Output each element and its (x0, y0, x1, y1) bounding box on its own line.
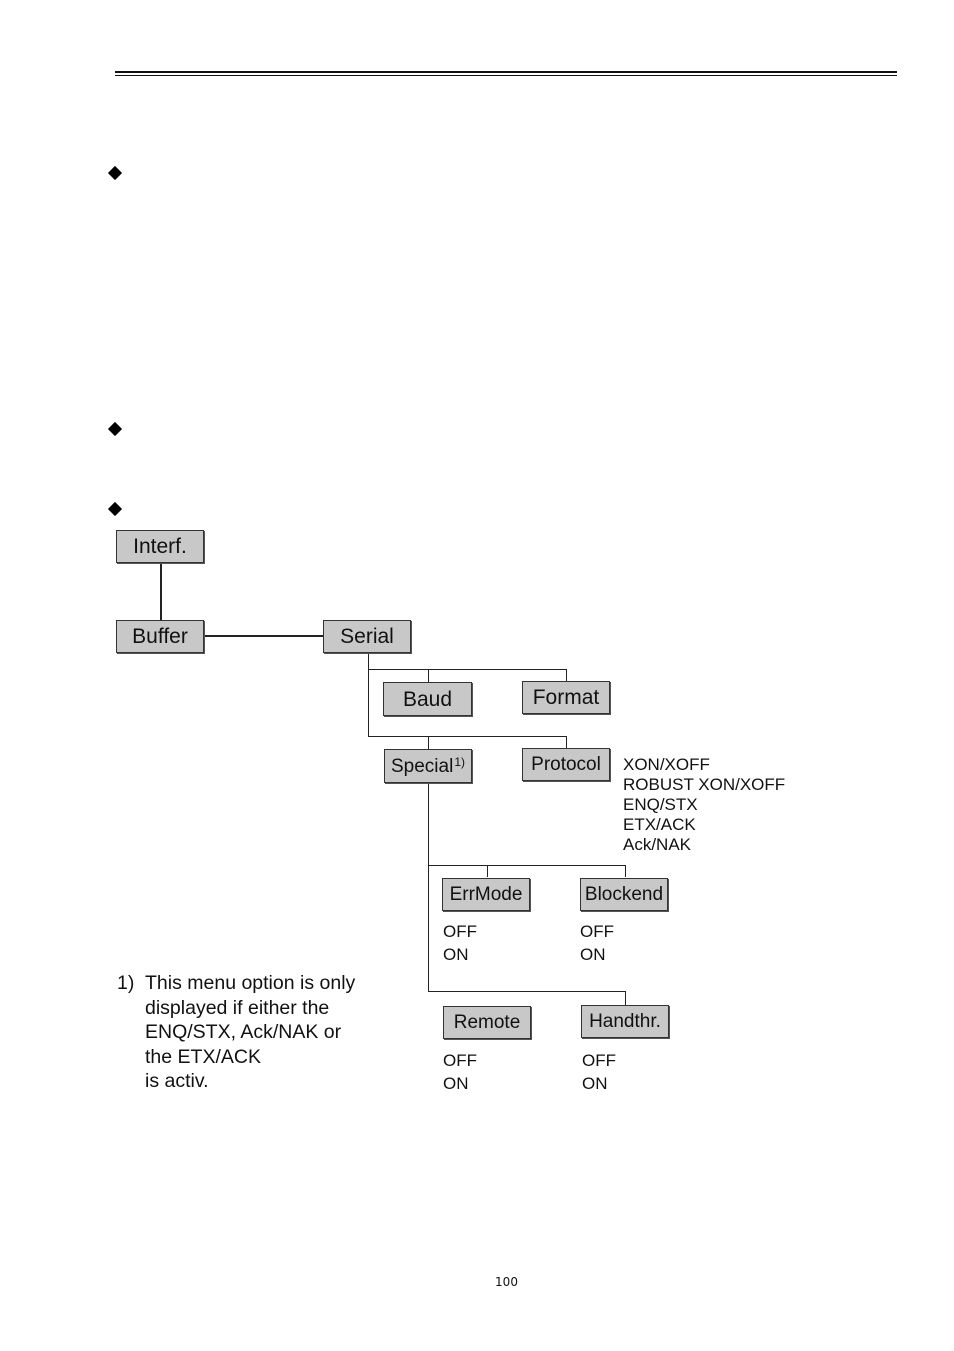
page-number: 100 (495, 1275, 518, 1289)
menu-node-errmode: ErrMode (442, 878, 530, 911)
menu-node-baud: Baud (383, 682, 472, 716)
bullet-diamond-icon (107, 421, 123, 437)
errmode-options: OFF ON (443, 920, 477, 966)
option-item: OFF (582, 1051, 616, 1070)
node-label: Interf. (133, 535, 187, 558)
handthr-options: OFF ON (582, 1049, 616, 1095)
connector-line (487, 865, 488, 877)
connector-line (566, 669, 567, 681)
footnote-line: This menu option is only (145, 972, 356, 994)
connector-line (566, 736, 567, 748)
node-label: Buffer (132, 625, 188, 648)
option-item: ETX/ACK (623, 815, 696, 834)
footnote-line: displayed if either the (145, 996, 330, 1019)
node-label: Handthr. (589, 1011, 661, 1032)
footnote-marker: 1) (117, 972, 135, 994)
node-label: Format (532, 686, 600, 709)
node-label: Protocol (531, 754, 601, 775)
node-label: Serial (340, 625, 394, 648)
option-item: Ack/NAK (623, 835, 692, 854)
protocol-options: XON/XOFF ROBUST XON/XOFF ENQ/STX ETX/ACK… (623, 755, 785, 855)
remote-options: OFF ON (443, 1049, 477, 1095)
node-label: Special (391, 755, 454, 777)
menu-node-handthr: Handthr. (581, 1005, 669, 1038)
option-item: ON (443, 945, 469, 964)
menu-node-special: Special 1) (384, 749, 472, 783)
connector-line (203, 635, 324, 637)
menu-node-buffer: Buffer (116, 620, 204, 653)
header-rule-bottom (115, 75, 897, 76)
option-item: OFF (580, 922, 614, 941)
menu-node-protocol: Protocol (522, 748, 610, 781)
node-label: Remote (453, 1012, 521, 1033)
bullet-diamond-icon (107, 165, 123, 181)
footnote-mark: 1) (454, 755, 465, 769)
node-label: ErrMode (449, 884, 523, 905)
option-item: ROBUST XON/XOFF (623, 775, 786, 794)
option-item: ENQ/STX (623, 795, 698, 814)
option-item: ON (580, 945, 606, 964)
menu-node-format: Format (522, 681, 610, 714)
option-item: ON (443, 1074, 469, 1093)
footnote-line: is activ. (145, 1070, 209, 1092)
menu-node-blockend: Blockend (580, 878, 668, 911)
option-item: OFF (443, 922, 477, 941)
menu-node-interf: Interf. (116, 530, 204, 563)
header-rule-top (115, 71, 897, 73)
connector-line (160, 562, 162, 620)
connector-line (368, 669, 566, 670)
connector-line (625, 865, 626, 877)
connector-line (428, 865, 626, 866)
connector-line (428, 991, 626, 992)
bullet-diamond-icon (107, 501, 123, 517)
menu-node-serial: Serial (323, 620, 411, 653)
node-label: Blockend (584, 884, 664, 905)
connector-line (428, 736, 429, 750)
connector-line (625, 991, 626, 1005)
menu-node-remote: Remote (443, 1006, 531, 1039)
node-label: Baud (402, 687, 453, 711)
connector-line (368, 652, 369, 737)
option-item: ON (582, 1074, 608, 1093)
connector-line (428, 669, 429, 683)
blockend-options: OFF ON (580, 920, 614, 966)
option-item: OFF (443, 1051, 477, 1070)
footnote-line: ENQ/STX, Ack/NAK or (145, 1021, 342, 1043)
connector-line (368, 736, 566, 737)
option-item: XON/XOFF (623, 755, 710, 774)
footnote-text: This menu option is only displayed if ei… (145, 971, 355, 1094)
connector-line (428, 784, 429, 992)
footnote-line: the ETX/ACK (145, 1045, 261, 1068)
